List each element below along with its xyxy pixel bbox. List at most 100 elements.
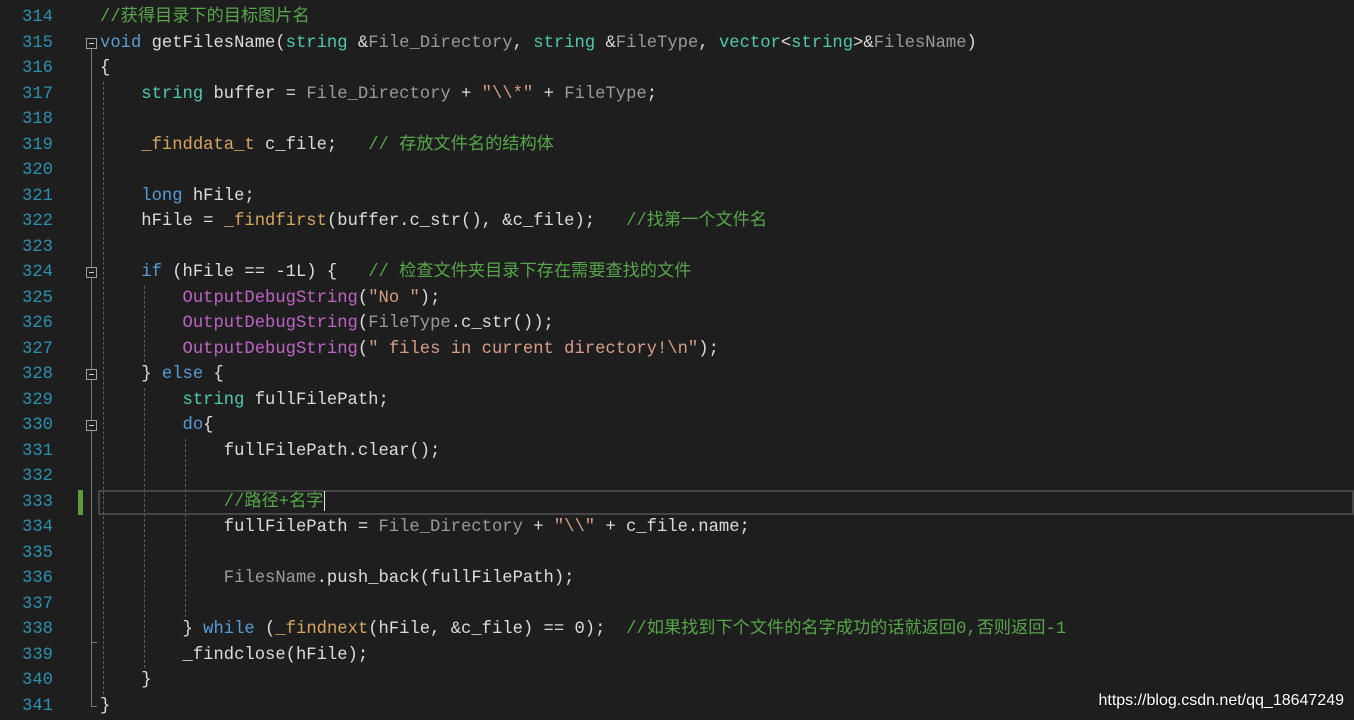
code-line[interactable]: 339 _findclose(hFile); — [0, 643, 1354, 669]
code-line[interactable]: 336 FilesName.push_back(fullFilePath); — [0, 566, 1354, 592]
code-line-text[interactable]: _findclose(hFile); — [98, 643, 1354, 669]
code-line-text[interactable] — [98, 235, 1354, 261]
code-line[interactable]: 328 } else { — [0, 362, 1354, 388]
code-line-text[interactable]: fullFilePath.clear(); — [98, 439, 1354, 465]
code-line[interactable]: 338 } while (_findnext(hFile, &c_file) =… — [0, 617, 1354, 643]
code-line-text[interactable]: string fullFilePath; — [98, 388, 1354, 414]
line-number[interactable]: 332 — [0, 464, 53, 490]
line-number[interactable]: 323 — [0, 235, 53, 261]
code-line-text[interactable]: //路径+名字 — [98, 490, 1354, 516]
line-number[interactable]: 314 — [0, 5, 53, 31]
code-line-text[interactable]: OutputDebugString(" files in current dir… — [98, 337, 1354, 363]
code-line[interactable]: 340 } — [0, 668, 1354, 694]
code-token: fullFilePath = — [100, 518, 379, 537]
code-line-text[interactable]: fullFilePath = File_Directory + "\\" + c… — [98, 515, 1354, 541]
line-number[interactable]: 324 — [0, 260, 53, 286]
code-line[interactable]: 327 OutputDebugString(" files in current… — [0, 337, 1354, 363]
code-line-text[interactable]: long hFile; — [98, 184, 1354, 210]
code-line[interactable]: 323 — [0, 235, 1354, 261]
line-number[interactable]: 318 — [0, 107, 53, 133]
code-token: + c_file.name; — [595, 518, 750, 537]
code-line-text[interactable]: } — [98, 668, 1354, 694]
code-line-text[interactable]: if (hFile == -1L) { // 检查文件夹目录下存在需要查找的文件 — [98, 260, 1354, 286]
collapse-minus-icon[interactable] — [86, 37, 97, 49]
code-token: string — [182, 390, 245, 410]
code-line-text[interactable]: hFile = _findfirst(buffer.c_str(), &c_fi… — [98, 209, 1354, 235]
line-number[interactable]: 316 — [0, 56, 53, 82]
collapse-minus-icon[interactable] — [86, 267, 97, 278]
code-line[interactable]: 332 — [0, 464, 1354, 490]
code-line[interactable]: 314 //获得目录下的目标图片名 — [0, 5, 1354, 31]
code-line[interactable]: 321 long hFile; — [0, 184, 1354, 210]
line-number[interactable]: 336 — [0, 566, 53, 592]
indent-guide — [185, 438, 186, 617]
code-line[interactable]: 317 string buffer = File_Directory + "\\… — [0, 82, 1354, 108]
code-line-text[interactable] — [98, 464, 1354, 490]
code-line[interactable]: 329 string fullFilePath; — [0, 388, 1354, 414]
line-number[interactable]: 319 — [0, 133, 53, 159]
code-line[interactable]: 331 fullFilePath.clear(); — [0, 439, 1354, 465]
code-token: + — [522, 518, 554, 537]
line-number[interactable]: 328 — [0, 362, 53, 388]
code-line[interactable]: 316 { — [0, 56, 1354, 82]
code-line[interactable]: 335 — [0, 541, 1354, 567]
code-line[interactable]: 318 — [0, 107, 1354, 133]
code-line[interactable]: 337 — [0, 592, 1354, 618]
code-line[interactable]: 315 void getFilesName(string &File_Direct… — [0, 31, 1354, 57]
line-number[interactable]: 326 — [0, 311, 53, 337]
line-number[interactable]: 322 — [0, 209, 53, 235]
code-line[interactable]: 334 fullFilePath = File_Directory + "\\"… — [0, 515, 1354, 541]
code-line[interactable]: 330 do{ — [0, 413, 1354, 439]
code-line-text[interactable]: } else { — [98, 362, 1354, 388]
line-number[interactable]: 337 — [0, 592, 53, 618]
code-line-text[interactable]: do{ — [98, 413, 1354, 439]
code-line-text[interactable]: FilesName.push_back(fullFilePath); — [98, 566, 1354, 592]
code-line[interactable]: 326 OutputDebugString(FileType.c_str()); — [0, 311, 1354, 337]
line-number[interactable]: 327 — [0, 337, 53, 363]
code-line[interactable]: 322 hFile = _findfirst(buffer.c_str(), &… — [0, 209, 1354, 235]
line-number[interactable]: 325 — [0, 286, 53, 312]
current-code-line[interactable]: 333 //路径+名字 — [0, 489, 1354, 516]
code-line-text[interactable] — [98, 592, 1354, 618]
collapse-minus-icon[interactable] — [86, 369, 97, 380]
code-line-text[interactable]: { — [98, 56, 1354, 82]
line-number[interactable]: 329 — [0, 388, 53, 414]
code-line-text[interactable]: //获得目录下的目标图片名 — [98, 5, 1354, 31]
code-editor[interactable]: 314 //获得目录下的目标图片名 315 void getFilesName(str… — [0, 0, 1354, 720]
code-line-text[interactable]: string buffer = File_Directory + "\\*" +… — [98, 82, 1354, 108]
line-number[interactable]: 338 — [0, 617, 53, 643]
code-line-text[interactable]: OutputDebugString(FileType.c_str()); — [98, 311, 1354, 337]
line-number[interactable]: 340 — [0, 668, 53, 694]
code-token: // 存放文件名的结构体 — [368, 135, 554, 155]
code-line[interactable]: 324 if (hFile == -1L) { // 检查文件夹目录下存在需要查… — [0, 260, 1354, 286]
line-number[interactable]: 315 — [0, 31, 53, 57]
code-token: >& — [853, 33, 874, 53]
line-number[interactable]: 317 — [0, 82, 53, 108]
line-number[interactable]: 331 — [0, 439, 53, 465]
line-number[interactable]: 330 — [0, 413, 53, 439]
line-number[interactable]: 335 — [0, 541, 53, 567]
code-line[interactable]: 320 — [0, 158, 1354, 184]
line-number[interactable]: 333 — [0, 490, 53, 516]
code-line[interactable]: 319 _finddata_t c_file; // 存放文件名的结构体 — [0, 133, 1354, 159]
code-line-text[interactable]: _finddata_t c_file; // 存放文件名的结构体 — [98, 133, 1354, 159]
collapse-minus-icon[interactable] — [86, 420, 97, 431]
watermark-text: https://blog.csdn.net/qq_18647249 — [1098, 692, 1344, 709]
code-line-text[interactable]: OutputDebugString("No "); — [98, 286, 1354, 312]
code-line-text[interactable] — [98, 541, 1354, 567]
code-token: ); — [419, 288, 441, 308]
line-number[interactable]: 321 — [0, 184, 53, 210]
line-number[interactable]: 320 — [0, 158, 53, 184]
code-line-text[interactable] — [98, 158, 1354, 184]
code-line-text[interactable]: void getFilesName(string &File_Directory… — [98, 31, 1354, 57]
code-token: long — [141, 186, 183, 206]
code-line-text[interactable] — [98, 107, 1354, 133]
line-number[interactable]: 334 — [0, 515, 53, 541]
line-number[interactable]: 341 — [0, 694, 53, 720]
code-line-text[interactable]: } while (_findnext(hFile, &c_file) == 0)… — [98, 617, 1354, 643]
change-margin — [78, 260, 83, 286]
code-line[interactable]: 325 OutputDebugString("No "); — [0, 286, 1354, 312]
line-number[interactable]: 339 — [0, 643, 53, 669]
